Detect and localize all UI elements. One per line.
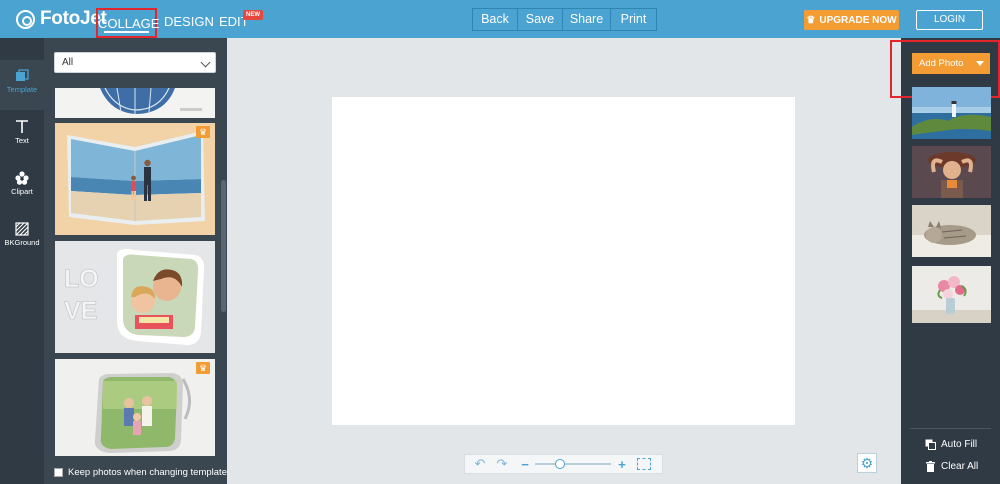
back-button[interactable]: Back — [473, 9, 518, 30]
rail-label: Clipart — [11, 187, 33, 196]
template-filter-select[interactable]: All — [54, 52, 216, 73]
trash-icon — [926, 460, 935, 472]
premium-crown-icon: ♛ — [196, 126, 210, 138]
rail-label: Template — [6, 85, 38, 94]
rail-item-text[interactable]: Text — [0, 111, 44, 161]
template-card-family[interactable]: ♛ — [55, 359, 215, 456]
share-button[interactable]: Share — [563, 9, 611, 30]
auto-fill-icon — [925, 439, 936, 450]
background-icon — [15, 222, 29, 236]
photo-thumbnail-cat[interactable] — [912, 205, 991, 257]
template-preview: LO VE — [55, 241, 215, 353]
photo-image — [912, 266, 991, 323]
text-icon — [16, 120, 28, 133]
nav-collage[interactable]: COLLAGE — [96, 8, 159, 38]
fotojet-logo-icon — [16, 9, 35, 29]
template-preview — [55, 359, 215, 456]
rail-label: BKGround — [4, 238, 40, 247]
print-button[interactable]: Print — [611, 9, 656, 30]
top-bar: FotoJet COLLAGE DESIGN EDIT NEW Back Sav… — [0, 0, 1000, 38]
photo-image — [912, 87, 991, 139]
undo-icon[interactable]: ↶ — [471, 455, 489, 473]
template-preview — [55, 123, 215, 235]
crown-icon: ♛ — [806, 14, 816, 26]
new-badge: NEW — [243, 10, 263, 20]
zoom-in-button[interactable]: + — [616, 457, 628, 472]
clear-all-button[interactable]: Clear All — [925, 459, 978, 473]
clear-all-label: Clear All — [941, 460, 979, 472]
photo-thumbnail-flowers[interactable] — [912, 266, 991, 323]
rail-label: Text — [15, 136, 29, 145]
filter-value: All — [62, 57, 74, 68]
template-card-beach[interactable]: ♛ — [55, 123, 215, 235]
logo[interactable]: FotoJet — [16, 8, 107, 30]
caret-down-icon — [976, 61, 984, 66]
premium-crown-icon: ♛ — [196, 362, 210, 374]
keep-photos-checkbox[interactable] — [54, 467, 63, 477]
zoom-slider-handle[interactable] — [555, 459, 566, 469]
template-panel: All ♛ LO VE ♛ Keep photos when changing … — [44, 38, 227, 484]
svg-text:LO: LO — [64, 265, 99, 293]
photo-thumbnail-woman[interactable] — [912, 146, 991, 198]
save-button[interactable]: Save — [518, 9, 563, 30]
add-photo-label: Add Photo — [919, 58, 964, 69]
rail-item-bkground[interactable]: BKGround — [0, 213, 44, 263]
zoom-slider[interactable] — [535, 459, 611, 469]
template-preview — [55, 88, 215, 118]
nav-design[interactable]: DESIGN — [164, 0, 214, 38]
svg-text:VE: VE — [64, 297, 97, 325]
redo-icon[interactable]: ↷ — [493, 455, 511, 473]
zoom-toolbar: ↶ ↷ − + — [464, 454, 663, 474]
auto-fill-button[interactable]: Auto Fill — [925, 437, 977, 451]
clipart-icon — [15, 171, 29, 185]
auto-fill-label: Auto Fill — [941, 438, 978, 450]
template-icon — [16, 69, 29, 81]
rail-item-template[interactable]: Template — [0, 60, 44, 110]
template-card-love[interactable]: LO VE — [55, 241, 215, 353]
login-button[interactable]: LOGIN — [916, 10, 983, 30]
settings-gear-icon[interactable]: ⚙ — [857, 453, 877, 473]
photo-image — [912, 146, 991, 198]
chevron-down-icon — [200, 57, 211, 68]
upgrade-label: UPGRADE NOW — [819, 14, 897, 26]
collage-canvas[interactable] — [332, 97, 795, 425]
tool-rail: Template Text Clipart BKGround — [0, 38, 44, 484]
add-photo-button[interactable]: Add Photo — [912, 53, 990, 74]
photo-image — [912, 205, 991, 257]
upgrade-button[interactable]: ♛ UPGRADE NOW — [804, 10, 899, 30]
action-toolbar: Back Save Share Print — [472, 8, 657, 31]
zoom-out-button[interactable]: − — [519, 457, 531, 472]
rail-item-clipart[interactable]: Clipart — [0, 162, 44, 212]
keep-photos-option[interactable]: Keep photos when changing template — [54, 465, 229, 479]
template-card-globe[interactable] — [55, 88, 215, 118]
photo-thumbnail-lighthouse[interactable] — [912, 87, 991, 139]
keep-photos-label: Keep photos when changing template — [68, 466, 227, 478]
panel-divider — [909, 428, 991, 429]
fullscreen-icon[interactable] — [637, 458, 651, 470]
template-panel-scrollbar[interactable] — [221, 180, 226, 312]
